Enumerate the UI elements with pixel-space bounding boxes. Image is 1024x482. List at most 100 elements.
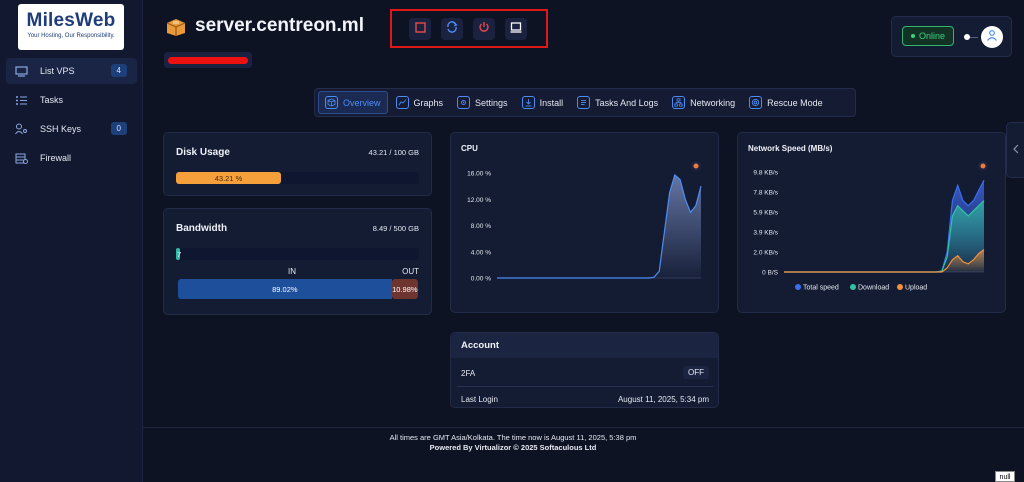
cpu-chart-card: CPU 16.00 % 12.00 % 8.00 % 4.00 % 0.00 % bbox=[450, 132, 719, 313]
vps-count-badge: 4 bbox=[110, 64, 127, 77]
bandwidth-value: 8.49 / 500 GB bbox=[372, 224, 419, 233]
y-tick-label: 0.00 % bbox=[471, 276, 491, 283]
legend-label: Total speed bbox=[803, 285, 839, 292]
bandwidth-out-label: OUT bbox=[402, 267, 419, 276]
stop-button[interactable] bbox=[409, 18, 431, 40]
y-tick-label: 8.00 % bbox=[471, 223, 491, 230]
disk-usage-bar: 43.21 % bbox=[176, 172, 419, 184]
brand-tagline: Your Hosting, Our Responsibility. bbox=[27, 33, 115, 39]
footer-powered-by: Powered By Virtualizor © 2025 Softaculou… bbox=[429, 443, 597, 452]
cpu-live-dot bbox=[693, 163, 699, 169]
status-panel: Online bbox=[891, 16, 1012, 57]
network-live-dot bbox=[980, 163, 986, 169]
ssh-count-badge: 0 bbox=[110, 122, 127, 135]
collapse-panel-button[interactable] bbox=[1006, 122, 1024, 178]
y-tick-label: 3.9 KB/s bbox=[753, 230, 778, 237]
sidebar-item-label: Tasks bbox=[40, 95, 64, 105]
power-controls bbox=[390, 9, 548, 48]
account-last-login-label: Last Login bbox=[461, 395, 498, 404]
footer-divider bbox=[143, 427, 1024, 428]
bandwidth-used-fill: 7 bbox=[176, 248, 182, 260]
restart-icon bbox=[446, 20, 458, 38]
stop-icon bbox=[414, 20, 426, 38]
y-tick-label: 16.00 % bbox=[467, 171, 491, 178]
network-chart: 9.8 KB/s 7.8 KB/s 5.9 KB/s 3.9 KB/s 2.0 KB/s… bbox=[753, 161, 988, 292]
sidebar-item-tasks[interactable]: Tasks bbox=[6, 87, 137, 113]
online-status-badge: Online bbox=[902, 26, 954, 46]
bandwidth-out-fill: 10.98% bbox=[391, 279, 418, 299]
bandwidth-in-label: IN bbox=[288, 267, 296, 276]
y-tick-label: 7.8 KB/s bbox=[753, 190, 778, 197]
disk-usage-fill: 43.21 % bbox=[176, 172, 281, 184]
y-tick-label: 9.8 KB/s bbox=[753, 170, 778, 177]
console-button[interactable] bbox=[505, 18, 527, 40]
account-row-last-login: Last Login August 11, 2025, 5:34 pm bbox=[451, 387, 719, 411]
account-card: Account 2FA OFF Last Login August 11, 20… bbox=[450, 332, 719, 408]
network-chart-card: Network Speed (MB/s) 9.8 KB/s 7.8 KB/s 5.9… bbox=[737, 132, 1006, 313]
cpu-chart: 16.00 % 12.00 % 8.00 % 4.00 % 0.00 % bbox=[467, 161, 702, 283]
chevron-left-icon bbox=[1012, 141, 1019, 159]
tab-label: Settings bbox=[475, 97, 508, 108]
mileweb-logo[interactable]: MilesWeb Your Hosting, Our Responsibilit… bbox=[18, 4, 124, 50]
bandwidth-title: Bandwidth bbox=[176, 223, 228, 234]
power-button[interactable] bbox=[473, 18, 495, 40]
graph-icon bbox=[395, 96, 409, 109]
sidebar-item-label: List VPS bbox=[40, 66, 75, 76]
account-2fa-label: 2FA bbox=[461, 369, 476, 378]
tab-label: Rescue Mode bbox=[767, 97, 823, 108]
null-tag: null bbox=[995, 471, 1015, 482]
key-user-icon bbox=[14, 123, 28, 135]
network-icon bbox=[672, 96, 686, 109]
legend-swatch bbox=[795, 284, 801, 290]
y-tick-label: 5.9 KB/s bbox=[753, 210, 778, 217]
rescue-icon bbox=[749, 96, 763, 109]
tasks-icon bbox=[14, 94, 28, 106]
bandwidth-card: Bandwidth 8.49 / 500 GB 7 IN OUT 89.02% … bbox=[163, 208, 432, 315]
disk-usage-title: Disk Usage bbox=[176, 147, 230, 158]
account-2fa-value: OFF bbox=[683, 366, 709, 379]
tab-rescue-mode[interactable]: Rescue Mode bbox=[743, 91, 829, 114]
legend-label: Download bbox=[858, 285, 889, 292]
account-title: Account bbox=[461, 340, 499, 351]
restart-button[interactable] bbox=[441, 18, 463, 40]
account-header: Account bbox=[451, 333, 718, 358]
tab-install[interactable]: Install bbox=[516, 91, 570, 114]
tab-tasks-and-logs[interactable]: Tasks And Logs bbox=[571, 91, 664, 114]
brand-name: MilesWeb bbox=[26, 10, 116, 31]
y-tick-label: 0 B/S bbox=[762, 270, 779, 277]
sidebar-item-ssh-keys[interactable]: SSH Keys 0 bbox=[6, 116, 137, 142]
tab-label: Install bbox=[539, 97, 564, 108]
monitor-icon bbox=[14, 65, 28, 77]
legend-swatch bbox=[897, 284, 903, 290]
y-tick-label: 2.0 KB/s bbox=[753, 250, 778, 257]
toggle-line bbox=[970, 37, 978, 38]
sidebar-item-firewall[interactable]: Firewall bbox=[6, 145, 137, 171]
logs-icon bbox=[577, 96, 591, 109]
bandwidth-bar: 7 bbox=[176, 248, 419, 260]
tab-networking[interactable]: Networking bbox=[666, 91, 741, 114]
legend-swatch bbox=[850, 284, 856, 290]
disk-usage-value: 43.21 / 100 GB bbox=[368, 148, 419, 157]
bandwidth-in-out-bar: 89.02% 10.98% bbox=[178, 279, 418, 299]
power-icon bbox=[478, 20, 490, 38]
server-box-icon bbox=[165, 18, 187, 36]
user-icon bbox=[986, 28, 998, 46]
settings-icon bbox=[457, 96, 471, 109]
footer-time: All times are GMT Asia/Kolkata. The time… bbox=[389, 433, 637, 442]
cube-icon bbox=[325, 96, 338, 109]
tab-overview[interactable]: Overview bbox=[318, 91, 388, 114]
firewall-icon bbox=[14, 152, 28, 164]
install-icon bbox=[521, 96, 535, 109]
sidebar-item-list-vps[interactable]: List VPS 4 bbox=[6, 58, 137, 84]
console-icon bbox=[510, 20, 522, 38]
legend-label: Upload bbox=[905, 285, 927, 292]
server-title: server.centreon.ml bbox=[195, 15, 364, 36]
account-last-login-value: August 11, 2025, 5:34 pm bbox=[617, 395, 709, 404]
tab-graphs[interactable]: Graphs bbox=[390, 91, 450, 114]
tab-settings[interactable]: Settings bbox=[451, 91, 514, 114]
sidebar-item-label: SSH Keys bbox=[40, 124, 82, 134]
y-tick-label: 4.00 % bbox=[471, 249, 491, 256]
avatar[interactable] bbox=[981, 26, 1003, 48]
sidebar-item-label: Firewall bbox=[40, 153, 72, 163]
tab-label: Tasks And Logs bbox=[595, 97, 659, 108]
